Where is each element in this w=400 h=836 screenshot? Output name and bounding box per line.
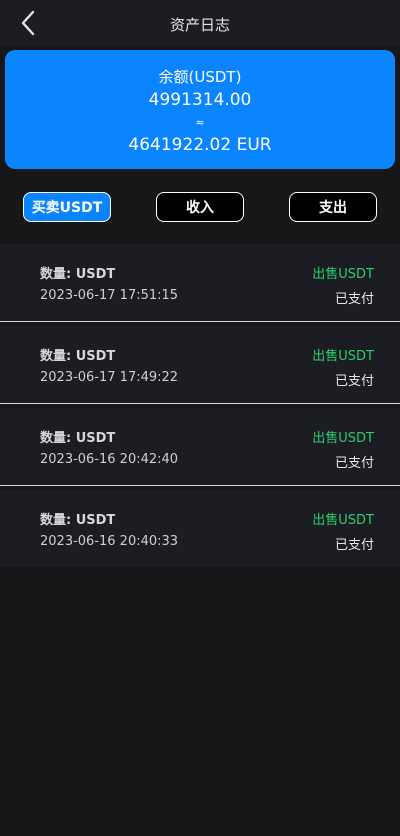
record-time: 2023-06-16 20:40:33 [40, 534, 179, 549]
divider [0, 321, 400, 322]
record-status: 已支付 [334, 292, 374, 307]
top-bar: 资产日志 [0, 0, 400, 46]
balance-value: 4991314.00 [148, 90, 252, 110]
balance-label: 余额(USDT) [158, 68, 242, 86]
record-time: 2023-06-17 17:51:15 [40, 288, 179, 303]
divider [0, 485, 400, 486]
record-type: 出售USDT [312, 513, 374, 528]
record-time: 2023-06-16 20:42:40 [40, 452, 179, 467]
list-item[interactable]: 数量: USDT 2023-06-17 17:51:15 出售USDT 已支付 [0, 244, 400, 321]
list-item[interactable]: 数量: USDT 2023-06-16 20:40:33 出售USDT 已支付 [0, 490, 400, 567]
record-type: 出售USDT [312, 267, 374, 282]
record-amount: 数量: USDT [40, 431, 116, 446]
tab-income[interactable]: 收入 [156, 192, 244, 222]
record-status: 已支付 [334, 538, 374, 553]
record-amount: 数量: USDT [40, 267, 116, 282]
fiat-value: 4641922.02 EUR [128, 135, 272, 155]
tab-expense[interactable]: 支出 [289, 192, 377, 222]
list-item[interactable]: 数量: USDT 2023-06-17 17:49:22 出售USDT 已支付 [0, 326, 400, 403]
record-status: 已支付 [334, 374, 374, 389]
record-amount: 数量: USDT [40, 513, 116, 528]
record-type: 出售USDT [312, 349, 374, 364]
record-amount: 数量: USDT [40, 349, 116, 364]
balance-card: 余额(USDT) 4991314.00 ≈ 4641922.02 EUR [5, 50, 395, 169]
record-type: 出售USDT [312, 431, 374, 446]
record-time: 2023-06-17 17:49:22 [40, 370, 179, 385]
page-title: 资产日志 [169, 16, 230, 34]
list-item[interactable]: 数量: USDT 2023-06-16 20:42:40 出售USDT 已支付 [0, 408, 400, 485]
divider [0, 403, 400, 404]
tab-buy-sell-usdt[interactable]: 买卖USDT [23, 192, 111, 222]
record-status: 已支付 [334, 456, 374, 471]
approx-sign: ≈ [195, 116, 205, 129]
